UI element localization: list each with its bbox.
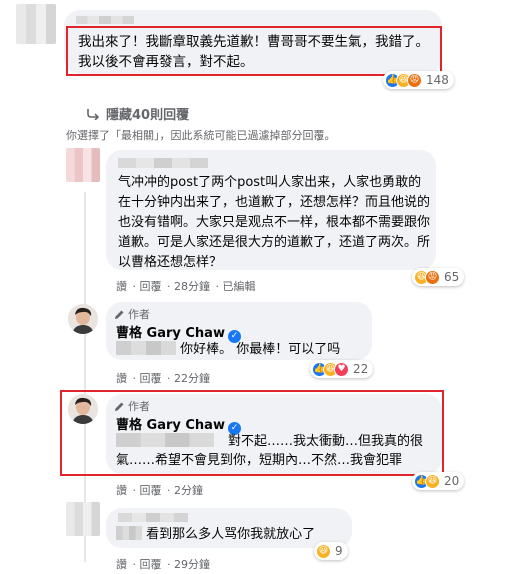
reaction-count: 9 — [335, 544, 343, 558]
hide-replies-label: 隱藏40則回覆 — [106, 108, 190, 123]
haha-icon: 😆 — [425, 473, 440, 489]
reaction-count: 65 — [444, 270, 460, 284]
avatar[interactable] — [16, 4, 56, 44]
redacted-name — [76, 16, 134, 24]
reaction-summary[interactable]: 👍 😆 ♥ 22 — [310, 360, 374, 378]
redacted-mention — [116, 433, 214, 447]
timestamp[interactable]: 28分鐘 — [174, 280, 210, 293]
reply-actions: 讚 · 回覆 · 2分鐘 — [116, 484, 203, 497]
person-photo-icon — [68, 304, 98, 334]
pencil-icon — [115, 310, 124, 319]
haha-icon: 😆 — [316, 543, 331, 559]
author-tag: 作者 — [114, 306, 150, 322]
reply-text: 看到那么多人骂你我就放心了 — [116, 525, 315, 544]
reply-actions: 讚 · 回覆 · 29分鐘 — [116, 558, 210, 571]
reply-text: 气冲冲的post了两个post叫人家出来，人家也勇敢的在十分钟内出来了，也道歉了… — [118, 175, 431, 270]
like-link[interactable]: 讚 — [116, 558, 127, 571]
redacted-mention — [116, 526, 142, 540]
reaction-count: 22 — [353, 362, 369, 376]
reply-link[interactable]: 回覆 — [140, 372, 162, 385]
reply-link[interactable]: 回覆 — [140, 280, 162, 293]
like-link[interactable]: 讚 — [116, 280, 127, 293]
reaction-summary[interactable]: 😆 😡 65 — [412, 268, 465, 286]
timestamp[interactable]: 2分鐘 — [174, 484, 203, 497]
reply-text: 對不起……我太衝動…但我真的很 氣……希望不會見到你，短期內…不然…我會犯罪 — [116, 433, 424, 468]
love-icon: ♥ — [334, 361, 349, 377]
timestamp[interactable]: 29分鐘 — [174, 558, 210, 571]
filter-notice: 你選擇了「最相關」，因此系統可能已過濾掉部分回覆。 — [66, 129, 336, 142]
author-tag: 作者 — [114, 398, 150, 414]
edited-label: 已編輯 — [222, 280, 256, 293]
author-avatar[interactable] — [68, 304, 98, 334]
timestamp[interactable]: 22分鐘 — [174, 372, 210, 385]
redacted-mention — [116, 341, 176, 355]
reply-link[interactable]: 回覆 — [140, 558, 162, 571]
like-link[interactable]: 讚 — [116, 372, 127, 385]
reaction-summary[interactable]: 👍 😆 20 — [412, 472, 465, 490]
reply-link[interactable]: 回覆 — [140, 484, 162, 497]
reaction-summary[interactable]: 👍 😆 😡 148 — [383, 71, 454, 89]
avatar[interactable] — [66, 148, 100, 182]
angry-icon: 😡 — [407, 72, 422, 88]
reply-actions: 讚 · 回覆 · 22分鐘 — [116, 372, 210, 385]
redacted-name — [118, 513, 188, 522]
reply-text: 你好棒。 你最棒！可以了吗 — [116, 340, 340, 359]
comment-text: 我出來了！我斷章取義先道歉！曹哥哥不要生氣，我錯了。我以後不會再發言，對不起。 — [78, 34, 429, 70]
avatar[interactable] — [66, 502, 100, 536]
redacted-name — [118, 158, 208, 168]
pencil-icon — [115, 402, 124, 411]
reply-arrow-icon — [87, 108, 100, 120]
angry-icon: 😡 — [425, 269, 440, 285]
hide-replies-link[interactable]: 隱藏40則回覆 — [86, 104, 189, 123]
reply-actions: 讚 · 回覆 · 28分鐘 · 已編輯 — [116, 280, 256, 293]
like-link[interactable]: 讚 — [116, 484, 127, 497]
reaction-summary[interactable]: 😆 9 — [314, 542, 348, 560]
reaction-count: 148 — [426, 73, 449, 87]
reaction-count: 20 — [444, 474, 460, 488]
